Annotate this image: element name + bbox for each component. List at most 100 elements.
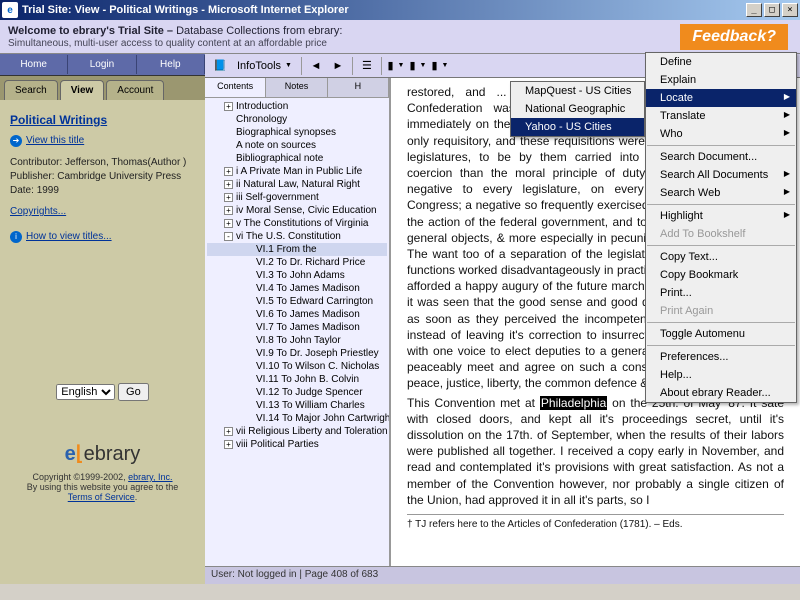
tab-search[interactable]: Search bbox=[4, 80, 58, 100]
toc-item[interactable]: A note on sources bbox=[207, 139, 387, 152]
toc-item[interactable]: Chronology bbox=[207, 113, 387, 126]
tab-view[interactable]: View bbox=[60, 80, 105, 100]
toc-tab-h[interactable]: H bbox=[328, 78, 389, 97]
maximize-button[interactable]: □ bbox=[764, 3, 780, 17]
toc-icon[interactable]: ☰ bbox=[356, 56, 378, 76]
expand-icon[interactable]: + bbox=[224, 427, 233, 436]
expand-icon[interactable]: + bbox=[224, 102, 233, 111]
nav-home[interactable]: Home bbox=[0, 55, 68, 74]
nav-login[interactable]: Login bbox=[68, 55, 136, 74]
menu-item[interactable]: Search All Documents▶ bbox=[646, 166, 796, 184]
highlight-blue-icon[interactable]: ▮▼ bbox=[429, 56, 451, 76]
left-sidebar: Home Login Help Search View Account Poli… bbox=[0, 54, 205, 584]
minimize-button[interactable]: _ bbox=[746, 3, 762, 17]
toc-item[interactable]: VI.12 To Judge Spencer bbox=[207, 386, 387, 399]
toc-item[interactable]: VI.9 To Dr. Joseph Priestley bbox=[207, 347, 387, 360]
go-button[interactable]: Go bbox=[118, 383, 149, 401]
tos-link[interactable]: Terms of Service bbox=[68, 492, 135, 502]
menu-item[interactable]: Highlight▶ bbox=[646, 207, 796, 225]
submenu-arrow-icon: ▶ bbox=[784, 187, 790, 196]
expand-icon[interactable]: + bbox=[224, 193, 233, 202]
tab-account[interactable]: Account bbox=[106, 80, 164, 100]
expand-icon[interactable]: + bbox=[224, 180, 233, 189]
copyrights-link[interactable]: Copyrights... bbox=[10, 206, 66, 217]
menu-item[interactable]: MapQuest - US Cities bbox=[511, 82, 644, 100]
infotools-button[interactable]: InfoTools▼ bbox=[231, 58, 298, 74]
toc-item[interactable]: +i A Private Man in Public Life bbox=[207, 165, 387, 178]
ebrary-inc-link[interactable]: ebrary, Inc. bbox=[128, 472, 172, 482]
document-title-link[interactable]: Political Writings bbox=[10, 113, 107, 127]
menu-item[interactable]: About ebrary Reader... bbox=[646, 384, 796, 402]
nav-help[interactable]: Help bbox=[137, 55, 205, 74]
toc-item[interactable]: VI.10 To Wilson C. Nicholas bbox=[207, 360, 387, 373]
toc-label: v The Constitutions of Virginia bbox=[236, 218, 368, 229]
toc-item[interactable]: VI.11 To John B. Colvin bbox=[207, 373, 387, 386]
toc-item[interactable]: VI.4 To James Madison bbox=[207, 282, 387, 295]
language-select[interactable]: English bbox=[56, 384, 115, 400]
toc-item[interactable]: VI.5 To Edward Carrington bbox=[207, 295, 387, 308]
toc-label: VI.2 To Dr. Richard Price bbox=[256, 257, 365, 268]
toc-item[interactable]: -vi The U.S. Constitution bbox=[207, 230, 387, 243]
menu-item[interactable]: National Geographic bbox=[511, 100, 644, 118]
menu-item[interactable]: Locate▶ bbox=[646, 89, 796, 107]
toc-label: VI.8 To John Taylor bbox=[256, 335, 341, 346]
feedback-button[interactable]: Feedback? bbox=[680, 24, 788, 50]
toc-item[interactable]: +iv Moral Sense, Civic Education bbox=[207, 204, 387, 217]
toc-label: VI.1 From the bbox=[256, 244, 317, 255]
toc-item[interactable]: +v The Constitutions of Virginia bbox=[207, 217, 387, 230]
menu-item: Add To Bookshelf bbox=[646, 225, 796, 243]
menu-item[interactable]: Translate▶ bbox=[646, 107, 796, 125]
expand-icon[interactable]: + bbox=[224, 440, 233, 449]
toc-item[interactable]: Bibliographical note bbox=[207, 152, 387, 165]
toc-item[interactable]: +ii Natural Law, Natural Right bbox=[207, 178, 387, 191]
menu-item[interactable]: Search Web▶ bbox=[646, 184, 796, 202]
toc-item[interactable]: +viii Political Parties bbox=[207, 438, 387, 451]
toc-item[interactable]: VI.1 From the bbox=[207, 243, 387, 256]
locate-submenu[interactable]: MapQuest - US CitiesNational GeographicY… bbox=[510, 81, 645, 137]
toc-tab-contents[interactable]: Contents bbox=[205, 78, 266, 97]
toc-label: VI.10 To Wilson C. Nicholas bbox=[256, 361, 379, 372]
toc-item[interactable]: VI.14 To Major John Cartwright bbox=[207, 412, 387, 425]
menu-item[interactable]: Print... bbox=[646, 284, 796, 302]
toc-label: A note on sources bbox=[236, 140, 316, 151]
toc-item[interactable]: +Introduction bbox=[207, 100, 387, 113]
expand-icon[interactable]: + bbox=[224, 219, 233, 228]
menu-item[interactable]: Search Document... bbox=[646, 148, 796, 166]
toc-item[interactable]: VI.3 To John Adams bbox=[207, 269, 387, 282]
toc-item[interactable]: Biographical synopses bbox=[207, 126, 387, 139]
expand-icon[interactable]: - bbox=[224, 232, 233, 241]
howto-link[interactable]: How to view titles... bbox=[26, 231, 112, 242]
toc-item[interactable]: VI.6 To James Madison bbox=[207, 308, 387, 321]
menu-item[interactable]: Copy Bookmark bbox=[646, 266, 796, 284]
toc-item[interactable]: VI.13 To William Charles bbox=[207, 399, 387, 412]
book-icon[interactable]: 📘 bbox=[209, 56, 231, 76]
menu-item[interactable]: Define bbox=[646, 53, 796, 71]
toc-item[interactable]: VI.2 To Dr. Richard Price bbox=[207, 256, 387, 269]
menu-item[interactable]: Explain bbox=[646, 71, 796, 89]
menu-item[interactable]: Who▶ bbox=[646, 125, 796, 143]
publisher-label: Publisher: bbox=[10, 171, 54, 182]
toc-item[interactable]: VI.8 To John Taylor bbox=[207, 334, 387, 347]
welcome-bold: Welcome to ebrary's Trial Site – bbox=[8, 25, 173, 37]
menu-item[interactable]: Copy Text... bbox=[646, 248, 796, 266]
expand-icon[interactable]: + bbox=[224, 167, 233, 176]
expand-icon[interactable]: + bbox=[224, 206, 233, 215]
highlight-pink-icon[interactable]: ▮▼ bbox=[407, 56, 429, 76]
next-icon[interactable]: ► bbox=[327, 56, 349, 76]
highlight-yellow-icon[interactable]: ▮▼ bbox=[385, 56, 407, 76]
toc-item[interactable]: VI.7 To James Madison bbox=[207, 321, 387, 334]
info-icon: i bbox=[10, 231, 22, 243]
toc-list[interactable]: +IntroductionChronologyBiographical syno… bbox=[205, 98, 389, 566]
view-title-link[interactable]: View this title bbox=[26, 135, 84, 146]
prev-icon[interactable]: ◄ bbox=[305, 56, 327, 76]
menu-item[interactable]: Yahoo - US Cities bbox=[511, 118, 644, 136]
context-menu[interactable]: DefineExplainLocate▶Translate▶Who▶ Search… bbox=[645, 52, 797, 403]
menu-item[interactable]: Preferences... bbox=[646, 348, 796, 366]
date-value: 1999 bbox=[37, 185, 59, 196]
toc-item[interactable]: +iii Self-government bbox=[207, 191, 387, 204]
menu-item[interactable]: Help... bbox=[646, 366, 796, 384]
close-button[interactable]: × bbox=[782, 3, 798, 17]
menu-item[interactable]: Toggle Automenu bbox=[646, 325, 796, 343]
toc-tab-notes[interactable]: Notes bbox=[266, 78, 327, 97]
toc-item[interactable]: +vii Religious Liberty and Toleration bbox=[207, 425, 387, 438]
